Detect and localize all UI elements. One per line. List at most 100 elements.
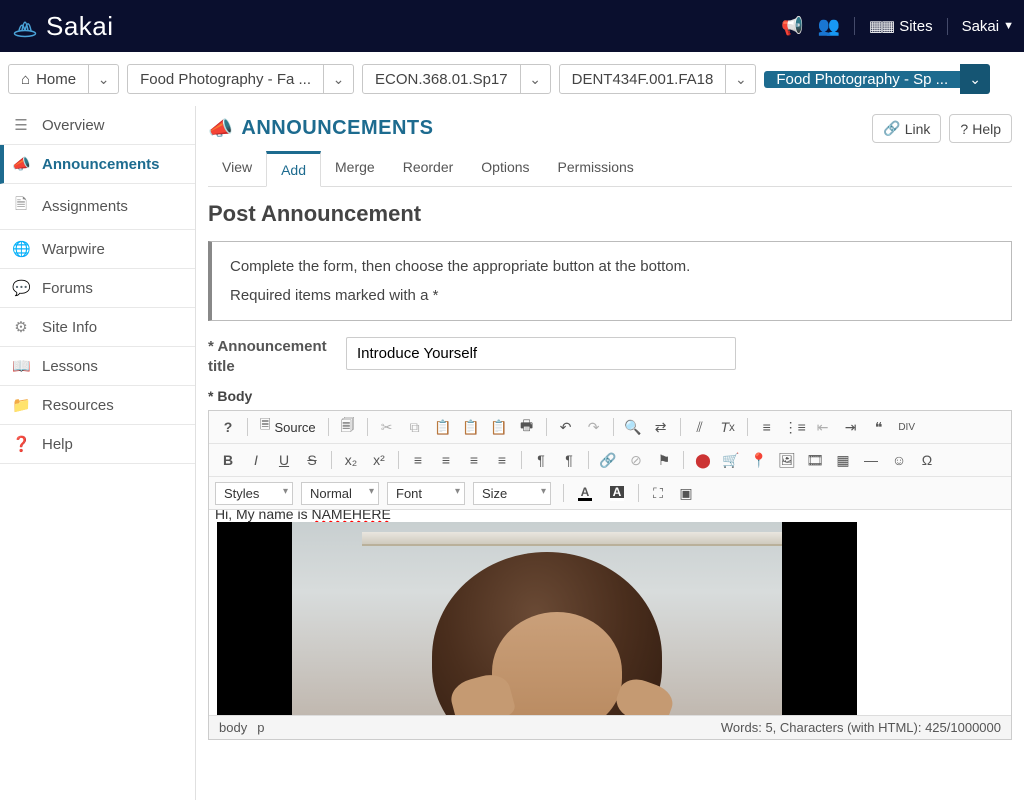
specialchar-icon[interactable]: Ω [914,448,940,472]
help-button[interactable]: ?Help [949,114,1012,143]
sidebar-item-resources[interactable]: 📁Resources [0,386,195,425]
showblocks-icon[interactable]: ▣ [673,481,699,505]
sidebar-item-label: Overview [42,117,105,134]
styles-select[interactable]: Styles [215,482,293,505]
blockquote-icon[interactable]: ❝ [866,415,892,439]
chevron-down-icon[interactable]: ⌄ [323,65,353,93]
table-icon[interactable]: ▦ [830,448,856,472]
size-select[interactable]: Size [473,482,551,505]
path-segment[interactable]: p [257,720,264,735]
site-tab[interactable]: DENT434F.001.FA18 ⌄ [559,64,757,94]
smiley-icon[interactable]: ☺ [886,448,912,472]
editor-body[interactable]: Hi, My name is NAMEHERE [209,510,1011,715]
link-button[interactable]: 🔗Link [872,114,941,143]
sidebar-item-overview[interactable]: ☰Overview [0,106,195,145]
bullhorn-icon[interactable]: 📢 [781,16,803,37]
sidebar-item-announcements[interactable]: 📣Announcements [0,145,195,184]
sidebar-item-lessons[interactable]: 📖Lessons [0,347,195,386]
ltr-icon[interactable]: ¶ [528,448,554,472]
info-text: Complete the form, then choose the appro… [230,258,993,275]
user-label: Sakai [962,18,1000,35]
tab-merge[interactable]: Merge [321,151,389,186]
subscript-icon[interactable]: x₂ [338,448,364,472]
sidebar-item-help[interactable]: ❓Help [0,425,195,464]
align-justify-icon[interactable]: ≡ [489,448,515,472]
site-tab-bar: ⌂Home ⌄ Food Photography - Fa ... ⌄ ECON… [0,52,1024,106]
tab-view[interactable]: View [208,151,266,186]
element-path[interactable]: bodyp [219,720,274,735]
image-icon[interactable]: 🖼 [774,448,800,472]
rich-text-editor: ? 🗏Source 🗐 ✂ ⧉ 📋 📋 📋 🖶 ↶ ↷ � [208,410,1012,740]
paste-text-icon[interactable]: 📋 [458,415,484,439]
sidebar-item-label: Site Info [42,319,97,336]
site-tab[interactable]: ECON.368.01.Sp17 ⌄ [362,64,551,94]
editor-text-line: Hi, My name is NAMEHERE [209,510,397,522]
copy-icon[interactable]: ⧉ [402,415,428,439]
sidebar-item-site-info[interactable]: ⚙Site Info [0,308,195,347]
embedded-video[interactable] [217,522,857,715]
tab-permissions[interactable]: Permissions [544,151,648,186]
font-select[interactable]: Font [387,482,465,505]
rtl-icon[interactable]: ¶ [556,448,582,472]
align-center-icon[interactable]: ≡ [433,448,459,472]
paste-word-icon[interactable]: 📋 [486,415,512,439]
chevron-down-icon[interactable]: ⌄ [725,65,755,93]
hr-icon[interactable]: — [858,448,884,472]
top-header: Sakai 📢 👥 ▦▦ Sites Sakai ▼ [0,0,1024,52]
redo-icon[interactable]: ↷ [581,415,607,439]
chevron-down-icon[interactable]: ⌄ [960,64,990,94]
find-icon[interactable]: 🔍 [620,415,646,439]
tab-options[interactable]: Options [467,151,543,186]
chevron-down-icon[interactable]: ⌄ [88,65,118,93]
users-icon[interactable]: 👥 [817,16,839,37]
format-select[interactable]: Normal [301,482,379,505]
superscript-icon[interactable]: x² [366,448,392,472]
replace-icon[interactable]: ⇄ [648,415,674,439]
outdent-icon[interactable]: ⇤ [810,415,836,439]
cut-icon[interactable]: ✂ [374,415,400,439]
site-tab-active[interactable]: Food Photography - Sp ... ⌄ [764,64,990,94]
bold-icon[interactable]: B [215,448,241,472]
paste-icon[interactable]: 📋 [430,415,456,439]
link-icon[interactable]: 🔗 [595,448,621,472]
print-icon[interactable]: 🖶 [514,415,540,439]
record-icon[interactable]: ⬤ [690,448,716,472]
sidebar-item-warpwire[interactable]: 🌐Warpwire [0,230,195,269]
align-right-icon[interactable]: ≡ [461,448,487,472]
clear-icon[interactable]: Tx [715,415,741,439]
align-left-icon[interactable]: ≡ [405,448,431,472]
anchor-icon[interactable]: ⚑ [651,448,677,472]
site-tab[interactable]: Food Photography - Fa ... ⌄ [127,64,354,94]
removeformat-icon[interactable]: ⫽ [687,415,713,439]
chevron-down-icon[interactable]: ⌄ [520,65,550,93]
source-button[interactable]: 🗏Source [254,416,322,438]
tab-add[interactable]: Add [266,151,321,187]
sidebar-item-assignments[interactable]: 🗎Assignments [0,184,195,230]
user-menu[interactable]: Sakai ▼ [947,18,1014,35]
sidebar-item-label: Assignments [42,198,128,215]
pin-icon[interactable]: 📍 [746,448,772,472]
sites-button[interactable]: ▦▦ Sites [854,17,933,35]
help-icon[interactable]: ? [215,415,241,439]
bulleted-list-icon[interactable]: ⋮≡ [782,415,808,439]
strike-icon[interactable]: S [299,448,325,472]
div-icon[interactable]: DIV [894,415,920,439]
numbered-list-icon[interactable]: ≡ [754,415,780,439]
unlink-icon[interactable]: ⊘ [623,448,649,472]
logo[interactable]: Sakai [10,11,114,42]
bg-color-icon[interactable]: A [602,481,632,505]
italic-icon[interactable]: I [243,448,269,472]
indent-icon[interactable]: ⇥ [838,415,864,439]
site-tab-home[interactable]: ⌂Home ⌄ [8,64,119,94]
text-color-icon[interactable]: A [570,481,600,505]
maximize-icon[interactable]: ⛶ [645,481,671,505]
tab-reorder[interactable]: Reorder [389,151,468,186]
announcement-title-input[interactable] [346,337,736,370]
path-segment[interactable]: body [219,720,247,735]
undo-icon[interactable]: ↶ [553,415,579,439]
cart-icon[interactable]: 🛒 [718,448,744,472]
templates-icon[interactable]: 🗐 [335,415,361,439]
underline-icon[interactable]: U [271,448,297,472]
sidebar-item-forums[interactable]: 💬Forums [0,269,195,308]
video-icon[interactable]: 🎞 [802,448,828,472]
